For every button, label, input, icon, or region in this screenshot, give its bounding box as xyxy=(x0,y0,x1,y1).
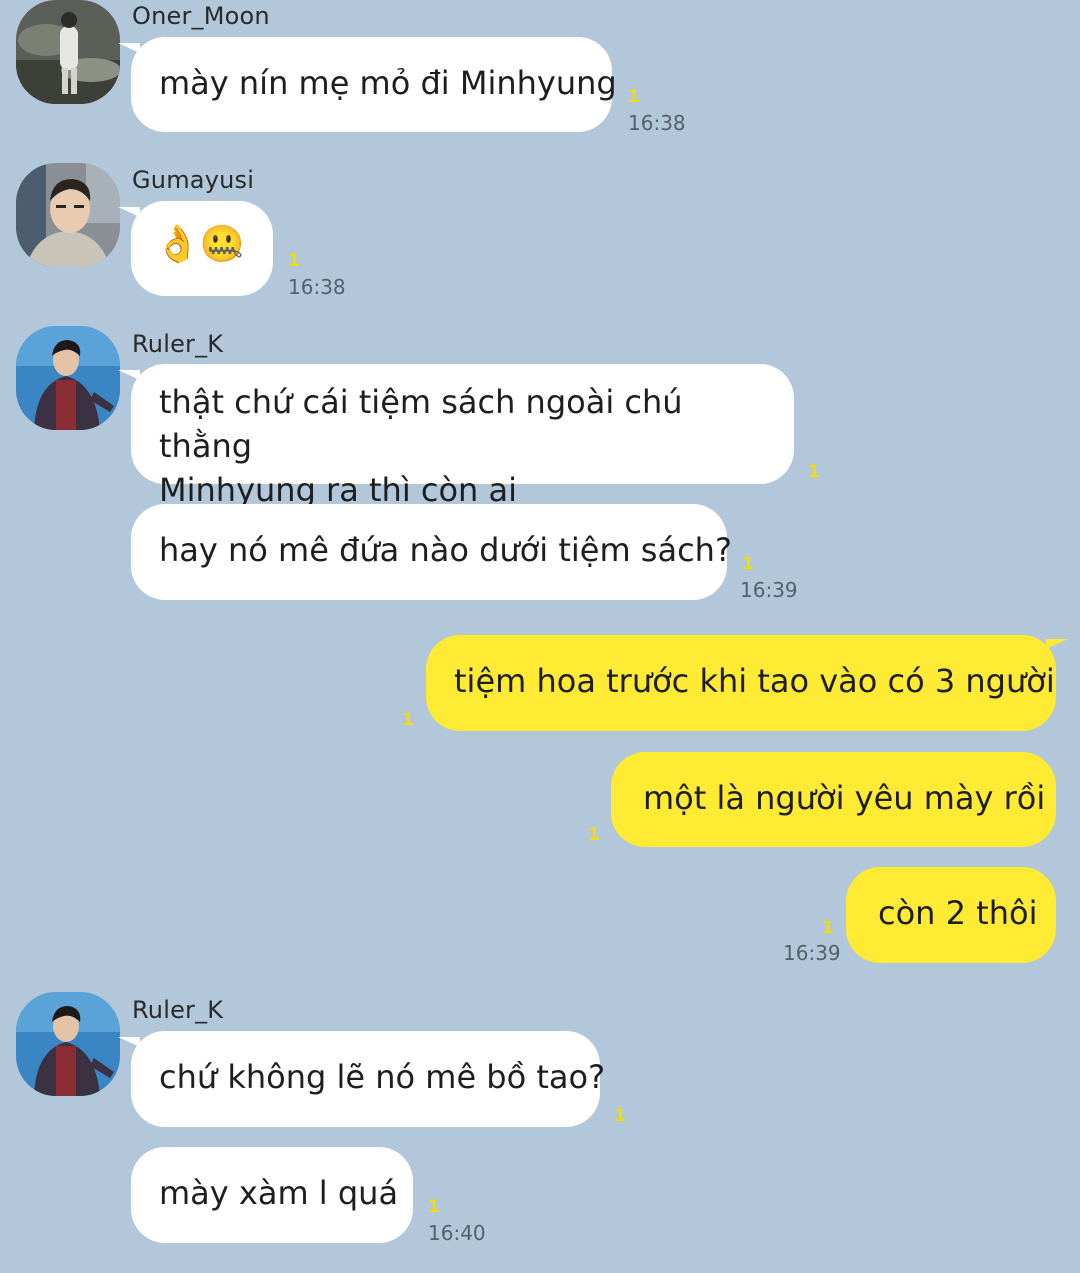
avatar-photo-icon xyxy=(16,992,120,1096)
unread-count: 1 xyxy=(288,251,300,271)
avatar-gumayusi[interactable] xyxy=(16,163,120,267)
avatar-photo-icon xyxy=(16,326,120,430)
message-bubble[interactable]: tiệm hoa trước khi tao vào có 3 người xyxy=(426,635,1068,731)
timestamp: 16:38 xyxy=(288,275,346,299)
message-bubble[interactable]: 👌🤐 xyxy=(118,201,273,296)
unread-count: 1 xyxy=(428,1197,440,1217)
avatar-ruler[interactable] xyxy=(16,992,120,1096)
message-bubble[interactable]: còn 2 thôi xyxy=(846,867,1056,963)
timestamp: 16:39 xyxy=(783,941,841,965)
message-bubble[interactable]: một là người yêu mày rồi xyxy=(611,752,1056,847)
sender-name: Oner_Moon xyxy=(132,2,270,30)
avatar-photo-icon xyxy=(16,0,120,104)
avatar-ruler[interactable] xyxy=(16,326,120,430)
unread-count: 1 xyxy=(614,1106,626,1126)
timestamp: 16:38 xyxy=(628,111,686,135)
unread-count: 1 xyxy=(588,825,600,845)
sender-name: Ruler_K xyxy=(132,996,224,1024)
unread-count: 1 xyxy=(808,462,820,482)
message-bubble[interactable]: hay nó mê đứa nào dưới tiệm sách? xyxy=(131,504,732,600)
unread-count: 1 xyxy=(628,87,640,107)
avatar-photo-icon xyxy=(16,163,120,267)
unread-count: 1 xyxy=(822,918,834,938)
timestamp: 16:40 xyxy=(428,1221,486,1245)
message-bubble[interactable]: mày xàm l quá xyxy=(131,1147,413,1243)
avatar-oner[interactable] xyxy=(16,0,120,104)
message-bubble[interactable]: thật chứ cái tiệm sách ngoài chú thằng M… xyxy=(118,364,794,509)
message-bubble[interactable]: mày nín mẹ mỏ đi Minhyung xyxy=(118,37,617,132)
unread-count: 1 xyxy=(742,554,754,574)
message-bubble[interactable]: chứ không lẽ nó mê bồ tao? xyxy=(118,1031,605,1127)
sender-name: Ruler_K xyxy=(132,330,224,358)
timestamp: 16:39 xyxy=(740,578,798,602)
unread-count: 1 xyxy=(402,710,414,730)
sender-name: Gumayusi xyxy=(132,166,255,194)
